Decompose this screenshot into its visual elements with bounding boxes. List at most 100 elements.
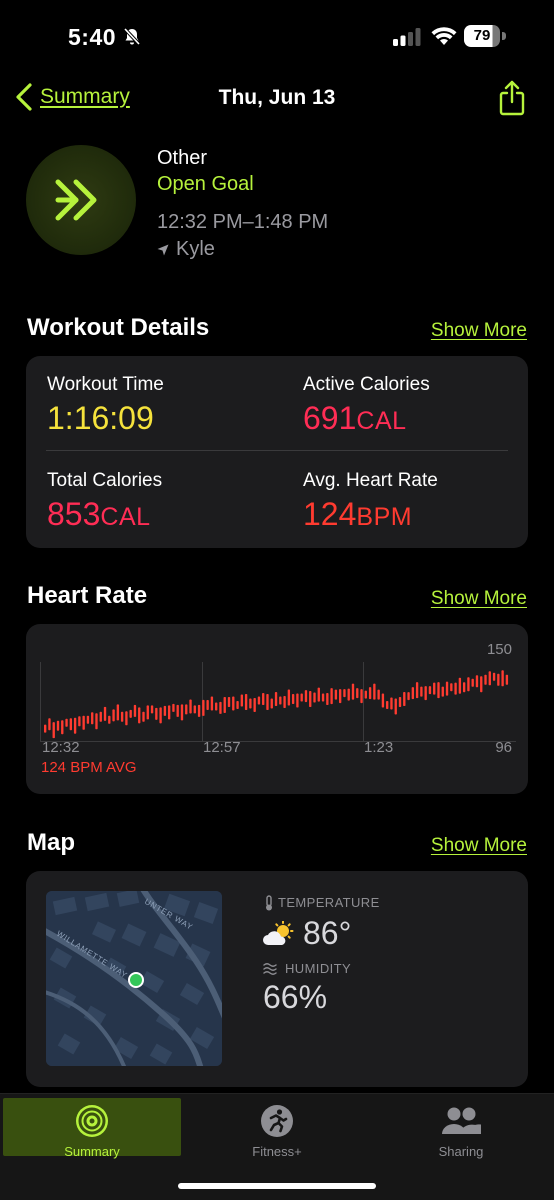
hr-bar <box>65 718 68 727</box>
hr-bar <box>471 678 474 687</box>
tab-summary[interactable]: Summary <box>3 1098 181 1159</box>
hr-bar <box>185 704 188 715</box>
tab-fitness-plus[interactable]: Fitness+ <box>188 1098 366 1159</box>
wifi-icon <box>431 27 457 45</box>
avg-heart-rate-label: Avg. Heart Rate <box>303 470 438 491</box>
active-calories-unit: CAL <box>356 407 407 435</box>
hr-bar <box>257 696 261 705</box>
map-show-more[interactable]: Show More <box>431 835 527 857</box>
hr-bar <box>381 693 385 708</box>
humidity-icon <box>263 963 277 975</box>
hr-bar <box>338 689 342 704</box>
hr-bar <box>351 683 355 700</box>
hr-bar <box>458 677 462 694</box>
hr-bar <box>296 693 299 708</box>
double-chevron-right-icon <box>55 179 97 221</box>
workout-time-label: Workout Time <box>47 374 164 395</box>
cellular-signal-icon <box>393 28 421 46</box>
hr-x-label-1: 12:32 <box>42 739 80 756</box>
hr-bar <box>253 697 256 712</box>
total-calories-value: 853CAL <box>47 496 151 533</box>
hr-bar <box>44 724 47 733</box>
navigation-bar: Summary Thu, Jun 13 <box>0 76 554 120</box>
hr-bar <box>146 705 149 720</box>
hr-bar <box>398 697 402 707</box>
thermometer-icon <box>266 895 272 911</box>
hr-bar <box>120 711 124 722</box>
hr-bar <box>274 692 278 707</box>
workout-details-title: Workout Details <box>27 314 210 341</box>
hr-bar <box>445 681 449 696</box>
hr-bar <box>411 687 415 700</box>
hr-bar <box>317 687 320 702</box>
people-icon <box>442 1107 481 1134</box>
hr-bar <box>368 687 372 700</box>
workout-goal: Open Goal <box>157 173 254 195</box>
activity-rings-icon <box>76 1105 108 1137</box>
hr-bar <box>454 682 457 695</box>
workout-type-badge <box>26 145 136 255</box>
partly-sunny-icon <box>263 921 294 945</box>
tab-sharing[interactable]: Sharing <box>372 1098 550 1159</box>
hr-bar <box>193 705 196 714</box>
map-title: Map <box>27 829 75 856</box>
hr-bar <box>206 699 209 710</box>
hr-bar <box>125 711 128 726</box>
hr-bar <box>86 715 90 724</box>
hr-bar <box>373 683 376 700</box>
hr-bar <box>467 677 470 692</box>
hr-bar <box>356 688 359 699</box>
hr-bar <box>78 716 81 727</box>
hr-bar <box>189 699 192 714</box>
hr-bar <box>172 703 175 712</box>
hr-bar <box>103 706 107 721</box>
hr-bar <box>232 696 235 711</box>
hr-bar <box>326 693 329 706</box>
hr-bar <box>82 715 85 730</box>
hr-bar <box>330 688 333 705</box>
temperature-label: TEMPERATURE <box>278 895 380 910</box>
runner-icon <box>261 1105 293 1137</box>
hr-bar <box>215 702 218 711</box>
hr-bar <box>291 694 295 705</box>
hr-min-label: 96 <box>495 739 512 756</box>
hr-bar <box>227 697 231 707</box>
hr-bar <box>73 717 77 734</box>
heart-rate-chart <box>40 662 516 742</box>
battery-indicator: 79 <box>464 25 506 47</box>
hr-bar <box>167 705 171 720</box>
tab-fitness-plus-label: Fitness+ <box>252 1144 302 1159</box>
hr-bar <box>407 692 410 701</box>
hr-bar <box>488 671 491 686</box>
active-calories-number: 691 <box>303 400 357 436</box>
route-map[interactable]: WILLAMETTE WAY UNTER WAY <box>46 891 222 1066</box>
hr-bar <box>270 698 273 709</box>
workout-details-card: Workout Time 1:16:09 Active Calories 691… <box>26 356 528 548</box>
workout-details-show-more[interactable]: Show More <box>431 320 527 342</box>
hr-bar <box>505 674 509 685</box>
total-calories-unit: CAL <box>100 503 151 531</box>
hr-bar <box>180 704 184 721</box>
hr-bar <box>433 682 436 695</box>
hr-bar <box>313 692 316 703</box>
hr-bar <box>176 704 179 717</box>
total-calories-label: Total Calories <box>47 470 163 491</box>
hr-bar <box>129 709 132 718</box>
hr-bar <box>219 701 222 714</box>
map-background: WILLAMETTE WAY UNTER WAY <box>46 891 222 1066</box>
heart-rate-card[interactable]: 150 12:32 12:57 1:23 96 124 BPM AVG <box>26 624 528 794</box>
share-icon[interactable] <box>498 80 526 116</box>
home-indicator <box>178 1183 376 1189</box>
tab-sharing-label: Sharing <box>438 1144 484 1159</box>
hr-bar <box>112 709 115 722</box>
workout-type: Other <box>157 147 208 169</box>
hr-bar <box>415 682 419 699</box>
active-calories-label: Active Calories <box>303 374 430 395</box>
workout-location: Kyle <box>157 238 215 261</box>
hr-bar <box>223 696 226 713</box>
heart-rate-show-more[interactable]: Show More <box>431 588 527 610</box>
active-calories-value: 691CAL <box>303 400 407 437</box>
hr-bar <box>309 691 312 708</box>
avg-heart-rate-number: 124 <box>303 496 357 532</box>
hr-bar <box>501 670 504 687</box>
